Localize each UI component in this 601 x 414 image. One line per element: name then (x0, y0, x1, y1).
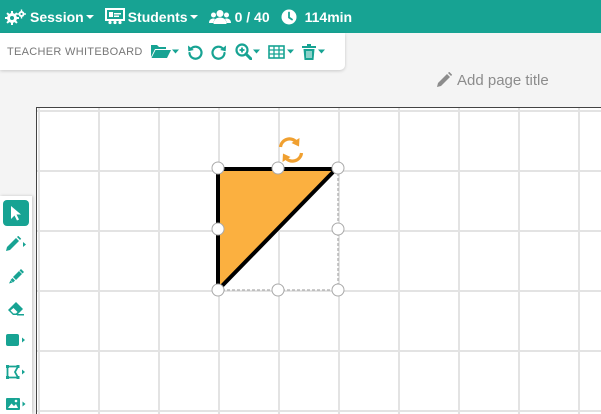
students-count-label: 0 / 40 (234, 8, 270, 25)
time-remaining-label: 114min (304, 8, 353, 25)
image-icon (6, 398, 26, 410)
resize-handle[interactable] (271, 283, 285, 297)
pencil-icon (437, 72, 452, 87)
whiteboard-toolbar: TEACHER WHITEBOARD (0, 33, 345, 70)
caret-down-icon (317, 49, 325, 54)
students-label: Students (127, 8, 188, 25)
zoom-in-icon (234, 43, 252, 60)
canvas-drawing (211, 137, 345, 297)
rotate-icon[interactable] (278, 137, 304, 163)
session-timer: 114min (281, 9, 352, 25)
resize-handle[interactable] (211, 283, 225, 297)
cursor-icon (11, 206, 21, 221)
session-label: Session (30, 8, 84, 25)
highlighter-tool[interactable] (3, 263, 29, 289)
gears-icon (5, 9, 26, 25)
presentation-board-icon (104, 7, 125, 24)
caret-down-icon (252, 49, 260, 54)
tool-strip (0, 196, 32, 414)
resize-handle[interactable] (331, 161, 345, 175)
redo-icon (211, 45, 226, 60)
students-count: 0 / 40 (208, 8, 270, 25)
eraser-icon (8, 302, 24, 316)
trash-icon (301, 43, 316, 60)
caret-down-icon (171, 49, 179, 54)
grid-button[interactable] (267, 44, 294, 59)
eraser-tool[interactable] (3, 295, 29, 321)
image-tool[interactable] (3, 391, 29, 414)
resize-handle[interactable] (271, 161, 285, 175)
resize-handle[interactable] (331, 283, 345, 297)
caret-down-icon (85, 14, 94, 19)
select-tool[interactable] (3, 200, 29, 226)
square-icon (6, 334, 25, 346)
triangle-shape[interactable] (216, 167, 338, 292)
toolbar-title: TEACHER WHITEBOARD (7, 45, 143, 58)
pen-tool[interactable] (3, 231, 29, 257)
session-menu[interactable]: Session (5, 9, 94, 25)
redo-button[interactable] (211, 44, 227, 60)
page-title-placeholder: Add page title (457, 71, 549, 89)
users-icon (208, 9, 231, 24)
highlighter-icon (9, 269, 24, 284)
delete-button[interactable] (301, 43, 325, 60)
polygon-tool[interactable] (3, 359, 29, 385)
add-page-title[interactable]: Add page title (436, 70, 549, 90)
resize-handle[interactable] (331, 222, 345, 236)
students-menu[interactable]: Students (104, 7, 198, 26)
grid-icon (267, 44, 285, 59)
open-file-button[interactable] (150, 44, 179, 59)
caret-down-icon (286, 49, 294, 54)
polygon-icon (6, 365, 25, 379)
top-bar: Session Students 0 / 40 114min (0, 0, 601, 33)
undo-icon (187, 45, 203, 60)
whiteboard-canvas[interactable] (36, 107, 601, 414)
pencil-icon (6, 236, 26, 251)
resize-handle[interactable] (211, 222, 225, 236)
clock-icon (281, 9, 297, 24)
zoom-button[interactable] (234, 43, 260, 60)
caret-down-icon (189, 14, 198, 19)
shape-tool[interactable] (3, 327, 29, 353)
folder-open-icon (150, 45, 171, 58)
undo-button[interactable] (187, 44, 203, 60)
resize-handle[interactable] (211, 161, 225, 175)
